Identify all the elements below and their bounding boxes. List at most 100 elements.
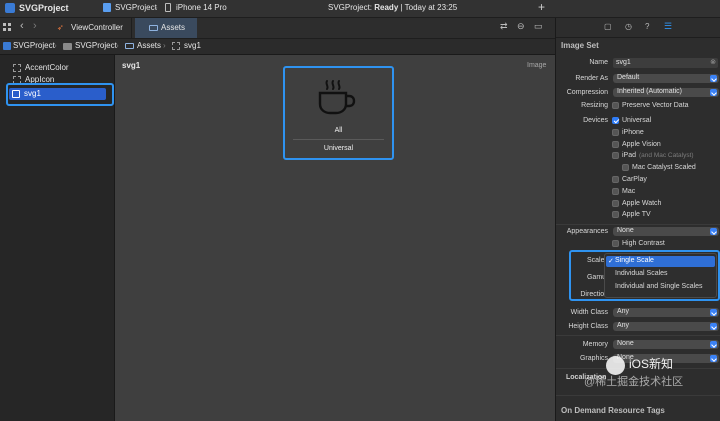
- device-ipad-note: (and Mac Catalyst): [639, 152, 694, 159]
- width-class-popup[interactable]: Any: [613, 308, 719, 317]
- high-contrast-checkbox[interactable]: [612, 240, 619, 247]
- compression-value: Inherited (Automatic): [617, 88, 682, 95]
- coffee-cup-icon: [318, 80, 356, 115]
- chevron-down-icon: [710, 228, 717, 235]
- high-contrast-label: High Contrast: [622, 240, 665, 247]
- memory-label: Memory: [582, 341, 608, 348]
- checkbox-mac[interactable]: [612, 188, 619, 195]
- device-apple-watch: Apple Watch: [622, 200, 662, 207]
- add-button[interactable]: +: [538, 0, 545, 14]
- image-set-icon: [172, 42, 180, 50]
- forward-icon[interactable]: ›: [33, 20, 37, 32]
- device-apple-vision: Apple Vision: [622, 141, 661, 148]
- compression-label: Compression: [566, 89, 608, 96]
- image-set-name: svg1: [122, 61, 141, 70]
- breadcrumb-item-assets[interactable]: Assets: [137, 41, 161, 50]
- device-mac-catalyst-scaled: Mac Catalyst Scaled: [632, 164, 696, 171]
- device-iphone: iPhone: [622, 129, 644, 136]
- scales-option-individual[interactable]: Individual Scales: [615, 270, 668, 277]
- device-apple-tv: Apple TV: [622, 211, 651, 218]
- watermark-handle: @稀土掘金技术社区: [584, 376, 684, 388]
- device-selector[interactable]: iPhone 14 Pro: [176, 3, 227, 12]
- chevron-down-icon: [710, 323, 717, 330]
- device-ipad: iPad: [622, 152, 637, 159]
- device-mac: Mac: [622, 188, 636, 195]
- tab-assets[interactable]: Assets: [135, 18, 197, 38]
- odr-title: On Demand Resource Tags: [561, 406, 665, 415]
- checkbox-apple-watch[interactable]: [612, 200, 619, 207]
- checkbox-mac-catalyst-scaled[interactable]: [622, 164, 629, 171]
- asset-editor-canvas: svg1 Image All Universal: [115, 55, 555, 421]
- split-editor-icon[interactable]: ▭: [534, 21, 543, 32]
- width-class-label: Width Class: [570, 309, 608, 316]
- chevron-right-icon: ›: [163, 41, 166, 50]
- asset-navigator: AccentColor AppIcon svg1: [0, 55, 115, 421]
- status-time: | Today at 23:25: [400, 3, 458, 12]
- render-as-label: Render As: [575, 75, 608, 82]
- breadcrumb: SVGProject › SVGProject › Assets › svg1: [0, 39, 555, 55]
- name-value: svg1: [616, 59, 631, 66]
- attributes-inspector-icon[interactable]: ☰: [664, 21, 672, 32]
- breadcrumb-item-project[interactable]: SVGProject: [13, 41, 55, 50]
- image-kind-label: Image: [527, 62, 547, 69]
- back-icon[interactable]: ‹: [20, 20, 24, 32]
- name-label: Name: [589, 59, 608, 66]
- related-items-icon[interactable]: ⇄: [500, 21, 508, 32]
- section-title: Image Set: [561, 41, 599, 50]
- slot-caption: Universal: [323, 145, 354, 152]
- chevron-down-icon: [710, 309, 717, 316]
- graphics-label: Graphics: [579, 355, 608, 362]
- slot-label: All: [334, 127, 343, 134]
- render-as-popup[interactable]: Default: [613, 74, 719, 83]
- window-toolbar: SVGProject SVGProject › iPhone 14 Pro SV…: [0, 0, 720, 18]
- checkbox-universal[interactable]: [612, 117, 619, 124]
- breadcrumb-item-group[interactable]: SVGProject: [75, 41, 117, 50]
- watermark-brand: iOS新知: [629, 357, 674, 371]
- checkbox-carplay[interactable]: [612, 176, 619, 183]
- list-item-svg1[interactable]: svg1: [9, 88, 106, 100]
- memory-value: None: [617, 340, 634, 347]
- history-inspector-icon[interactable]: ◷: [625, 22, 632, 31]
- render-as-value: Default: [617, 74, 640, 81]
- grid-icon[interactable]: [3, 23, 12, 32]
- device-universal: Universal: [622, 117, 652, 124]
- chevron-down-icon: [710, 341, 717, 348]
- scales-option-individual-and-single[interactable]: Individual and Single Scales: [615, 283, 703, 290]
- clear-icon[interactable]: ⊗: [710, 58, 716, 66]
- checkbox-ipad[interactable]: [612, 152, 619, 159]
- color-set-icon: [13, 64, 21, 72]
- chevron-down-icon: [710, 75, 717, 82]
- divider: [556, 395, 720, 396]
- tab-viewcontroller[interactable]: ➶ ViewController: [48, 18, 132, 38]
- list-item-accentcolor[interactable]: AccentColor: [25, 63, 69, 72]
- compression-popup[interactable]: Inherited (Automatic): [613, 88, 719, 97]
- checkbox-apple-vision[interactable]: [612, 141, 619, 148]
- divider: [556, 224, 720, 225]
- status-state: Ready: [374, 3, 399, 12]
- minus-circle-icon[interactable]: ⊖: [517, 21, 525, 32]
- activity-status: SVGProject: Ready | Today at 23:25: [328, 3, 457, 12]
- preserve-vector-checkbox[interactable]: [612, 102, 619, 109]
- project-title: SVGProject: [19, 3, 69, 13]
- chevron-down-icon: [710, 355, 717, 362]
- checkbox-iphone[interactable]: [612, 129, 619, 136]
- swift-icon: ➶: [57, 23, 64, 32]
- scheme-selector[interactable]: SVGProject: [115, 3, 157, 12]
- help-inspector-icon[interactable]: ?: [645, 22, 649, 31]
- height-class-popup[interactable]: Any: [613, 322, 719, 331]
- image-slot-all[interactable]: All Universal: [283, 66, 394, 160]
- appearances-label: Appearances: [566, 228, 608, 235]
- breadcrumb-item-svg1[interactable]: svg1: [184, 41, 201, 50]
- checkbox-apple-tv[interactable]: [612, 211, 619, 218]
- inspector-selector-bar: [560, 0, 720, 17]
- appearances-popup[interactable]: None: [613, 227, 719, 236]
- file-inspector-icon[interactable]: ▢: [604, 22, 612, 31]
- preserve-vector-label: Preserve Vector Data: [622, 102, 689, 109]
- divider: [556, 335, 720, 336]
- project-icon: [5, 3, 15, 13]
- folder-icon: [63, 43, 72, 50]
- scales-option-single[interactable]: ✓ Single Scale: [606, 256, 715, 267]
- memory-popup[interactable]: None: [613, 340, 719, 349]
- list-item-label: svg1: [24, 89, 41, 98]
- name-field[interactable]: svg1 ⊗: [613, 58, 718, 68]
